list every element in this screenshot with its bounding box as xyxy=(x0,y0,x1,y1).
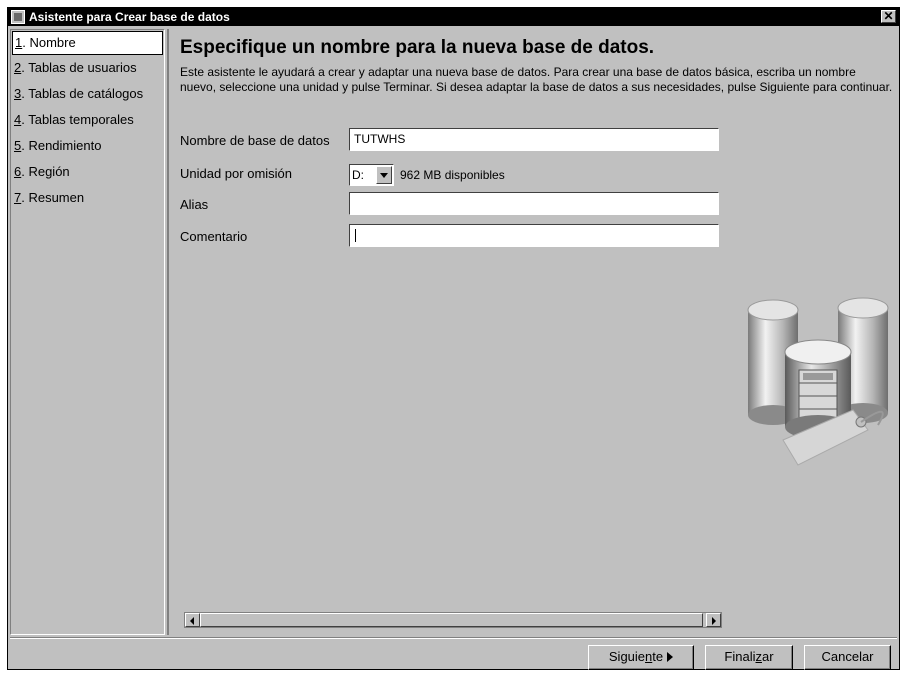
window-title: Asistente para Crear base de datos xyxy=(29,10,230,24)
step-resumen[interactable]: 7. Resumen xyxy=(12,187,163,211)
footer-divider xyxy=(10,637,897,639)
cancel-button[interactable]: Cancelar xyxy=(804,645,891,670)
step-label: . Resumen xyxy=(21,190,85,205)
next-label-b: te xyxy=(652,649,664,664)
page-title: Especifique un nombre para la nueva base… xyxy=(180,37,655,58)
intro-text: Este asistente le ayudará a crear y adap… xyxy=(180,65,893,94)
next-button[interactable]: Siguiente xyxy=(588,645,694,670)
step-tablas-catalogos[interactable]: 3. Tablas de catálogos xyxy=(12,83,163,107)
step-label: . Región xyxy=(21,164,70,179)
close-icon: ✕ xyxy=(883,9,894,23)
wizard-steps-panel: 1. Nombre 2. Tablas de usuarios 3. Tabla… xyxy=(10,29,165,635)
scroll-left-icon[interactable] xyxy=(185,613,200,627)
alias-input[interactable] xyxy=(349,192,719,215)
panel-divider xyxy=(167,29,169,635)
step-nombre[interactable]: 1. Nombre xyxy=(12,31,163,55)
step-label: . Tablas temporales xyxy=(21,112,134,127)
scroll-right-icon[interactable] xyxy=(706,613,721,627)
step-label: . Nombre xyxy=(22,35,76,50)
step-label: . Tablas de catálogos xyxy=(21,86,144,101)
title-bar[interactable]: Asistente para Crear base de datos ✕ xyxy=(8,8,899,26)
app-icon[interactable] xyxy=(11,10,25,24)
drive-label: Unidad por omisión xyxy=(180,166,293,181)
db-name-input[interactable]: TUTWHS xyxy=(349,128,719,151)
alias-label: Alias xyxy=(180,197,209,212)
database-illustration xyxy=(747,297,889,466)
comment-label: Comentario xyxy=(180,229,248,244)
arrow-right-icon xyxy=(667,652,674,662)
step-region[interactable]: 6. Región xyxy=(12,161,163,185)
drive-select[interactable]: D: xyxy=(349,164,394,186)
finish-button[interactable]: Finalizar xyxy=(705,645,793,670)
free-space-text: 962 MB disponibles xyxy=(400,168,505,182)
drive-value: D: xyxy=(352,168,364,182)
next-label-a: Siguie xyxy=(608,649,646,664)
step-label: . Rendimiento xyxy=(21,138,102,153)
comment-input[interactable] xyxy=(349,224,719,247)
chevron-down-icon[interactable] xyxy=(376,166,392,184)
step-tablas-usuarios[interactable]: 2. Tablas de usuarios xyxy=(12,57,163,81)
close-button[interactable]: ✕ xyxy=(881,9,896,23)
finish-label-a: Finali xyxy=(724,649,756,664)
db-name-label: Nombre de base de datos xyxy=(180,133,330,148)
step-label: . Tablas de usuarios xyxy=(21,60,137,75)
wizard-window: Asistente para Crear base de datos ✕ 1. … xyxy=(7,7,900,670)
scrollbar-thumb[interactable] xyxy=(200,613,703,627)
finish-label-b: ar xyxy=(762,649,774,664)
horizontal-scrollbar[interactable] xyxy=(184,612,722,628)
step-tablas-temporales[interactable]: 4. Tablas temporales xyxy=(12,109,163,133)
step-rendimiento[interactable]: 5. Rendimiento xyxy=(12,135,163,159)
